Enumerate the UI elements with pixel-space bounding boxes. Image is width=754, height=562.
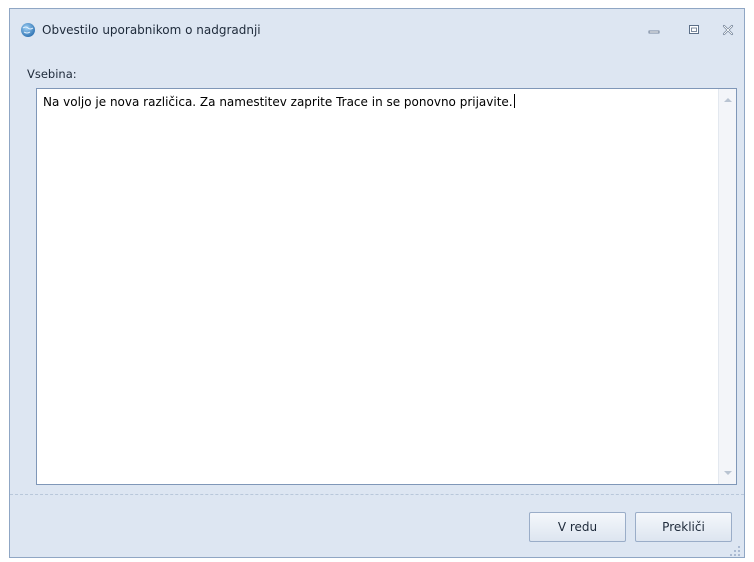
maximize-icon[interactable]	[686, 22, 702, 38]
close-icon[interactable]	[720, 22, 736, 38]
scroll-down-arrow-icon[interactable]	[722, 468, 734, 478]
ok-button[interactable]: V redu	[529, 512, 626, 542]
title-bar[interactable]: Obvestilo uporabnikom o nadgradnji	[10, 9, 744, 51]
text-caret	[513, 94, 515, 108]
scroll-up-arrow-icon[interactable]	[722, 95, 734, 105]
content-text-wrapper[interactable]: Na voljo je nova različica. Za namestite…	[43, 94, 515, 110]
window-title: Obvestilo uporabnikom o nadgradnji	[42, 23, 261, 37]
content-textarea[interactable]: Na voljo je nova različica. Za namestite…	[36, 88, 737, 485]
vertical-scrollbar[interactable]	[718, 89, 736, 484]
footer-separator	[10, 494, 744, 495]
globe-app-icon	[20, 22, 36, 38]
content-text[interactable]: Na voljo je nova različica. Za namestite…	[43, 95, 513, 109]
content-label: Vsebina:	[27, 67, 77, 81]
cancel-button[interactable]: Prekliči	[635, 512, 732, 542]
resize-grip-icon[interactable]	[729, 542, 741, 556]
dialog-window: Obvestilo uporabnikom o nadgradnji Vsebi…	[9, 8, 745, 558]
minimize-icon[interactable]	[646, 22, 662, 38]
